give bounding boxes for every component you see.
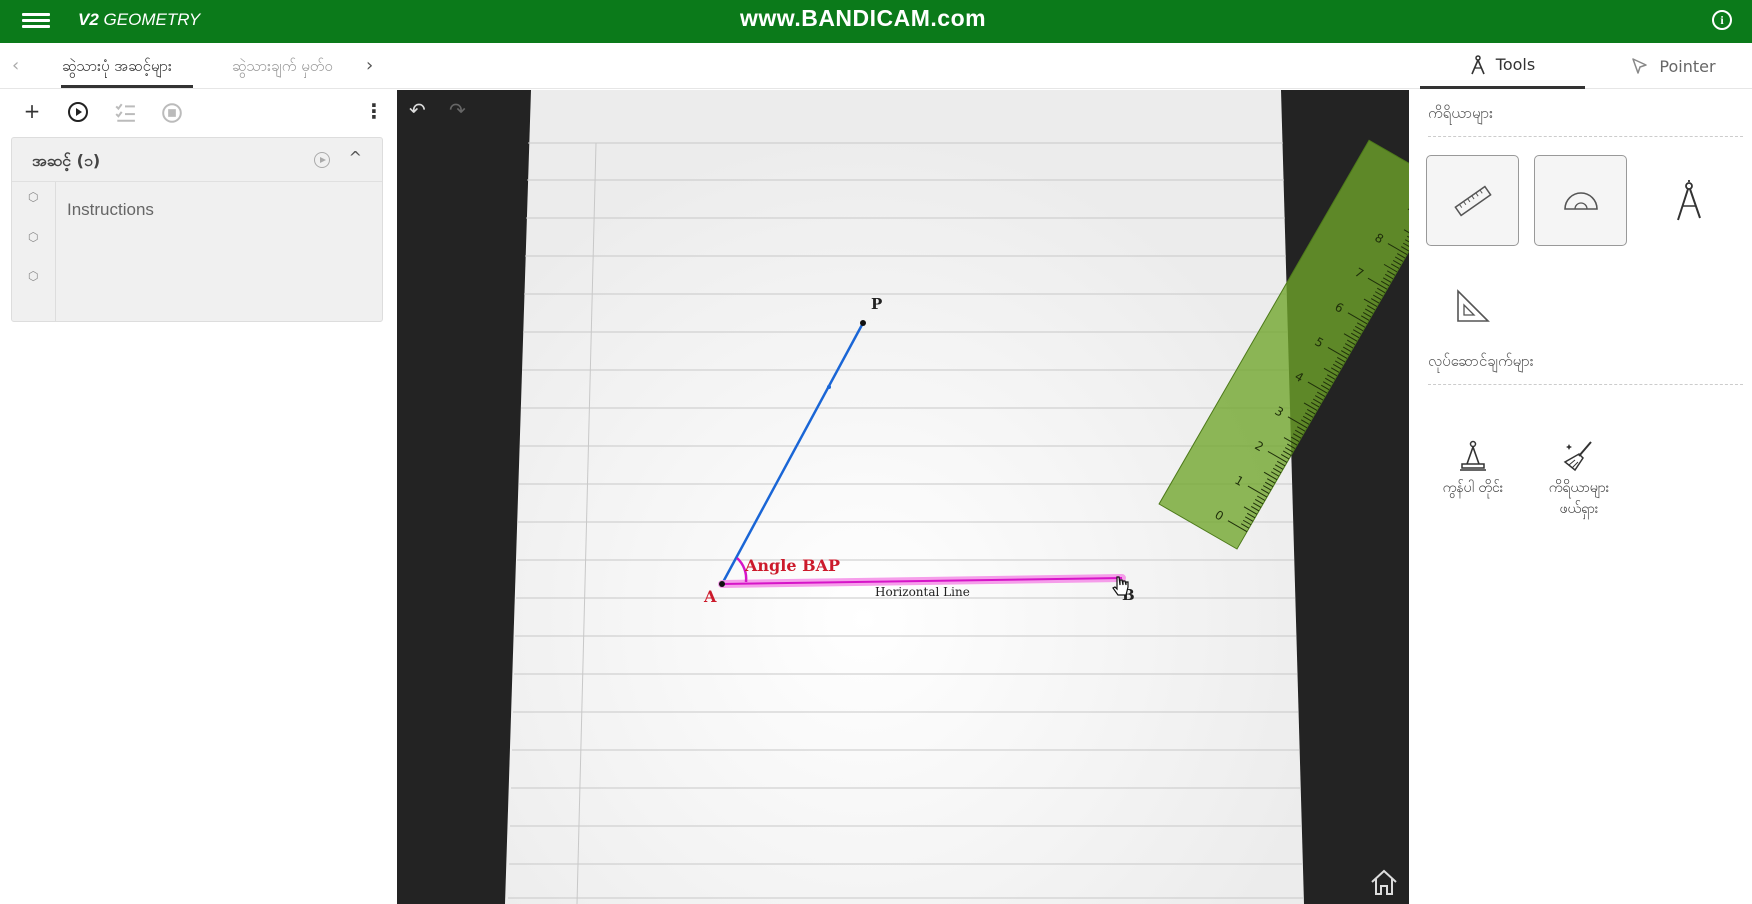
clear-tools-action-label: ကိရိယာများ (1548, 480, 1610, 496)
angle-bap-label: Angle BAP (744, 556, 840, 575)
app-title-rest: GEOMETRY (103, 10, 201, 29)
step-play-icon[interactable] (314, 152, 330, 168)
pointer-icon (1632, 58, 1648, 74)
point-p-dot[interactable] (860, 320, 866, 326)
app-title-bold: V2 (78, 10, 99, 29)
recorder-watermark: www.BANDICAM.com (740, 5, 987, 31)
protractor-tool-button[interactable] (1534, 155, 1627, 246)
redo-icon[interactable]: ↷ (449, 98, 466, 122)
tab-construction-steps[interactable]: ဆွဲသားပုံ အဆင့်များ (62, 57, 172, 79)
cube-icon: ⬡ (28, 230, 39, 244)
segment-ap-midpoint (827, 385, 831, 389)
canvas-svg: 012345678 P A B Angle BAP Horizontal Lin… (505, 90, 1409, 904)
clear-tools-action-label-line2: ဖယ်ရှား (1559, 501, 1599, 517)
section-divider (1428, 136, 1743, 137)
step-instructions[interactable]: Instructions (67, 200, 154, 220)
top-app-bar: V2 GEOMETRY www.BANDICAM.com i (0, 0, 1752, 43)
checklist-icon[interactable] (114, 102, 136, 124)
step-title: အဆင့် (၁) (32, 151, 101, 170)
actions-section-title: လုပ်ဆောင်ချက်များ (1428, 352, 1534, 370)
point-a-dot[interactable] (719, 581, 725, 587)
clear-tools-action-button[interactable]: ကိရိယာများ ဖယ်ရှား (1529, 440, 1629, 520)
tab-construction-notes[interactable]: ဆွဲသားချက် မှတ်ဝ (232, 57, 333, 79)
add-step-button[interactable]: + (21, 100, 43, 122)
set-square-tool-button[interactable] (1426, 260, 1519, 351)
point-a-label: A (703, 587, 717, 606)
compass-icon (1676, 179, 1701, 220)
section-divider (1428, 384, 1743, 385)
ruler-icon (1453, 185, 1492, 216)
tab-prev-chevron-icon[interactable]: ‹ (12, 55, 19, 76)
cube-icon: ⬡ (28, 269, 39, 283)
cube-icon: ⬡ (28, 190, 39, 204)
set-square-icon (1456, 288, 1490, 322)
tools-panel: ကိရိယာများ လုပ်ဆောင်ချက်များ ကွန်ပါ တိုင… (1409, 90, 1752, 904)
more-options-icon[interactable]: ⋮ (363, 100, 385, 122)
step-header[interactable]: အဆင့် (၁) ^ (12, 138, 382, 182)
tab-tools-label: Tools (1495, 55, 1536, 74)
hamburger-menu-icon[interactable] (22, 10, 50, 32)
drawing-canvas[interactable]: 012345678 P A B Angle BAP Horizontal Lin… (397, 90, 1409, 904)
compass-icon (1471, 54, 1485, 74)
tools-section-title: ကိရိယာများ (1428, 104, 1493, 122)
steps-tab-bar: ‹ ဆွဲသားပုံ အဆင့်များ ဆွဲသားချက် မှတ်ဝ › (0, 43, 1405, 89)
compass-tool-button[interactable] (1642, 155, 1735, 246)
protractor-icon (1563, 191, 1598, 210)
tab-tools[interactable]: Tools (1420, 43, 1585, 89)
undo-icon[interactable]: ↶ (409, 98, 426, 122)
step-gutter: ⬡ ⬡ ⬡ (12, 182, 56, 322)
ruler-tool-button[interactable] (1426, 155, 1519, 246)
tab-pointer[interactable]: Pointer (1595, 43, 1752, 89)
tab-pointer-label: Pointer (1659, 56, 1716, 76)
app-title: V2 GEOMETRY (78, 10, 200, 30)
broom-icon (1563, 441, 1592, 472)
step-card: အဆင့် (၁) ^ ⬡ ⬡ ⬡ Instructions (11, 137, 383, 322)
info-icon[interactable]: i (1712, 10, 1732, 30)
construction-icon (1460, 440, 1486, 471)
construct-action-button[interactable]: ကွန်ပါ တိုင်း (1423, 440, 1523, 499)
step-body: ⬡ ⬡ ⬡ Instructions (12, 182, 382, 322)
horizontal-line-label: Horizontal Line (875, 585, 970, 599)
stop-button[interactable] (161, 102, 183, 124)
tab-next-chevron-icon[interactable]: › (366, 55, 373, 76)
home-icon[interactable] (1369, 868, 1399, 896)
point-p-label: P (871, 295, 882, 313)
active-tab-indicator (61, 85, 193, 88)
chevron-up-icon[interactable]: ^ (349, 148, 362, 167)
play-button[interactable] (67, 101, 89, 123)
construct-action-label: ကွန်ပါ တိုင်း (1442, 480, 1504, 496)
